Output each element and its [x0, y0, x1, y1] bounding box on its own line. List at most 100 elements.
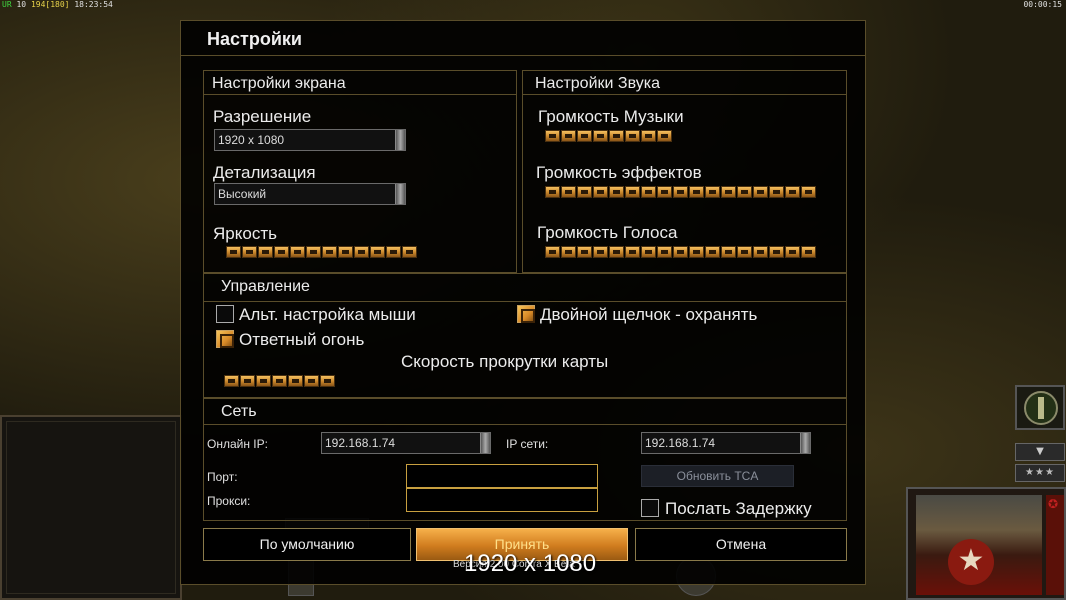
slider-segment[interactable] [625, 246, 640, 258]
port-input[interactable] [406, 464, 598, 488]
sound-settings-divider [523, 94, 846, 95]
double-click-guard-checkbox[interactable] [517, 305, 535, 323]
slider-segment[interactable] [272, 375, 287, 387]
slider-segment[interactable] [288, 375, 303, 387]
slider-segment[interactable] [274, 246, 289, 258]
slider-segment[interactable] [609, 186, 624, 198]
slider-segment[interactable] [256, 375, 271, 387]
slider-segment[interactable] [705, 246, 720, 258]
proxy-input[interactable] [406, 488, 598, 512]
slider-segment[interactable] [625, 186, 640, 198]
dropdown-scroll-icon[interactable] [480, 433, 490, 453]
slider-segment[interactable] [769, 186, 784, 198]
scroll-down-button[interactable]: ▼ [1015, 443, 1065, 461]
lan-ip-value: 192.168.1.74 [645, 436, 716, 450]
slider-segment[interactable] [306, 246, 321, 258]
slider-segment[interactable] [320, 375, 335, 387]
slider-segment[interactable] [673, 186, 688, 198]
display-settings-divider [204, 94, 516, 95]
double-click-guard-label[interactable]: Двойной щелчок - охранять [540, 305, 757, 325]
slider-segment[interactable] [593, 186, 608, 198]
alt-mouse-label[interactable]: Альт. настройка мыши [239, 305, 416, 325]
slider-segment[interactable] [641, 246, 656, 258]
slider-segment[interactable] [641, 130, 656, 142]
slider-segment[interactable] [753, 246, 768, 258]
slider-segment[interactable] [561, 246, 576, 258]
slider-segment[interactable] [258, 246, 273, 258]
slider-segment[interactable] [577, 186, 592, 198]
slider-segment[interactable] [641, 186, 656, 198]
slider-segment[interactable] [801, 246, 816, 258]
lan-ip-dropdown[interactable]: 192.168.1.74 [641, 432, 811, 454]
slider-segment[interactable] [577, 130, 592, 142]
return-fire-checkbox[interactable] [216, 330, 234, 348]
slider-segment[interactable] [593, 130, 608, 142]
slider-segment[interactable] [785, 246, 800, 258]
slider-segment[interactable] [402, 246, 417, 258]
slider-segment[interactable] [737, 246, 752, 258]
return-fire-label[interactable]: Ответный огонь [239, 330, 364, 350]
cancel-button[interactable]: Отмена [635, 528, 847, 561]
voice-volume-slider[interactable] [545, 246, 817, 258]
dropdown-scroll-icon[interactable] [395, 130, 405, 150]
update-tca-button[interactable]: Обновить TCA [641, 465, 794, 487]
slider-segment[interactable] [737, 186, 752, 198]
slider-segment[interactable] [545, 246, 560, 258]
music-volume-slider[interactable] [545, 130, 673, 142]
slider-segment[interactable] [354, 246, 369, 258]
slider-segment[interactable] [593, 246, 608, 258]
slider-segment[interactable] [753, 186, 768, 198]
resolution-label: Разрешение [213, 107, 312, 126]
stars-icon: ★★★ [1025, 467, 1055, 478]
slider-segment[interactable] [226, 246, 241, 258]
send-delay-label[interactable]: Послать Задержку [665, 499, 812, 519]
slider-segment[interactable] [322, 246, 337, 258]
slider-segment[interactable] [721, 246, 736, 258]
slider-segment[interactable] [689, 246, 704, 258]
scroll-speed-slider[interactable] [224, 375, 336, 387]
slider-segment[interactable] [224, 375, 239, 387]
slider-segment[interactable] [545, 130, 560, 142]
rank-button[interactable]: ★★★ [1015, 464, 1065, 482]
slider-segment[interactable] [785, 186, 800, 198]
slider-segment[interactable] [657, 246, 672, 258]
slider-segment[interactable] [673, 246, 688, 258]
controls-section: Управление Альт. настройка мыши Двойной … [203, 273, 847, 398]
brightness-slider[interactable] [226, 246, 418, 258]
slider-segment[interactable] [577, 246, 592, 258]
slider-segment[interactable] [657, 130, 672, 142]
slider-segment[interactable] [801, 186, 816, 198]
slider-segment[interactable] [609, 130, 624, 142]
defaults-button[interactable]: По умолчанию [203, 528, 411, 561]
slider-segment[interactable] [561, 186, 576, 198]
slider-segment[interactable] [240, 375, 255, 387]
slider-segment[interactable] [304, 375, 319, 387]
slider-segment[interactable] [545, 186, 560, 198]
effects-volume-label: Громкость эффектов [536, 163, 702, 182]
slider-segment[interactable] [386, 246, 401, 258]
alt-mouse-checkbox[interactable] [216, 305, 234, 323]
slider-segment[interactable] [689, 186, 704, 198]
slider-segment[interactable] [705, 186, 720, 198]
detail-dropdown[interactable]: Высокий [214, 183, 406, 205]
send-delay-checkbox[interactable] [641, 499, 659, 517]
slider-segment[interactable] [561, 130, 576, 142]
slider-segment[interactable] [721, 186, 736, 198]
dropdown-scroll-icon[interactable] [800, 433, 810, 453]
slider-segment[interactable] [769, 246, 784, 258]
slider-segment[interactable] [370, 246, 385, 258]
slider-segment[interactable] [290, 246, 305, 258]
slider-segment[interactable] [625, 130, 640, 142]
effects-volume-slider[interactable] [545, 186, 817, 198]
slider-segment[interactable] [657, 186, 672, 198]
sound-settings-title: Настройки Звука [535, 75, 660, 92]
voice-volume-label: Громкость Голоса [537, 223, 678, 242]
slider-segment[interactable] [242, 246, 257, 258]
slider-segment[interactable] [609, 246, 624, 258]
resolution-dropdown[interactable]: 1920 x 1080 [214, 129, 406, 151]
online-ip-dropdown[interactable]: 192.168.1.74 [321, 432, 491, 454]
slider-segment[interactable] [338, 246, 353, 258]
radar-button[interactable] [1015, 385, 1065, 430]
faction-star-icon: ★ [948, 539, 994, 585]
dropdown-scroll-icon[interactable] [395, 184, 405, 204]
